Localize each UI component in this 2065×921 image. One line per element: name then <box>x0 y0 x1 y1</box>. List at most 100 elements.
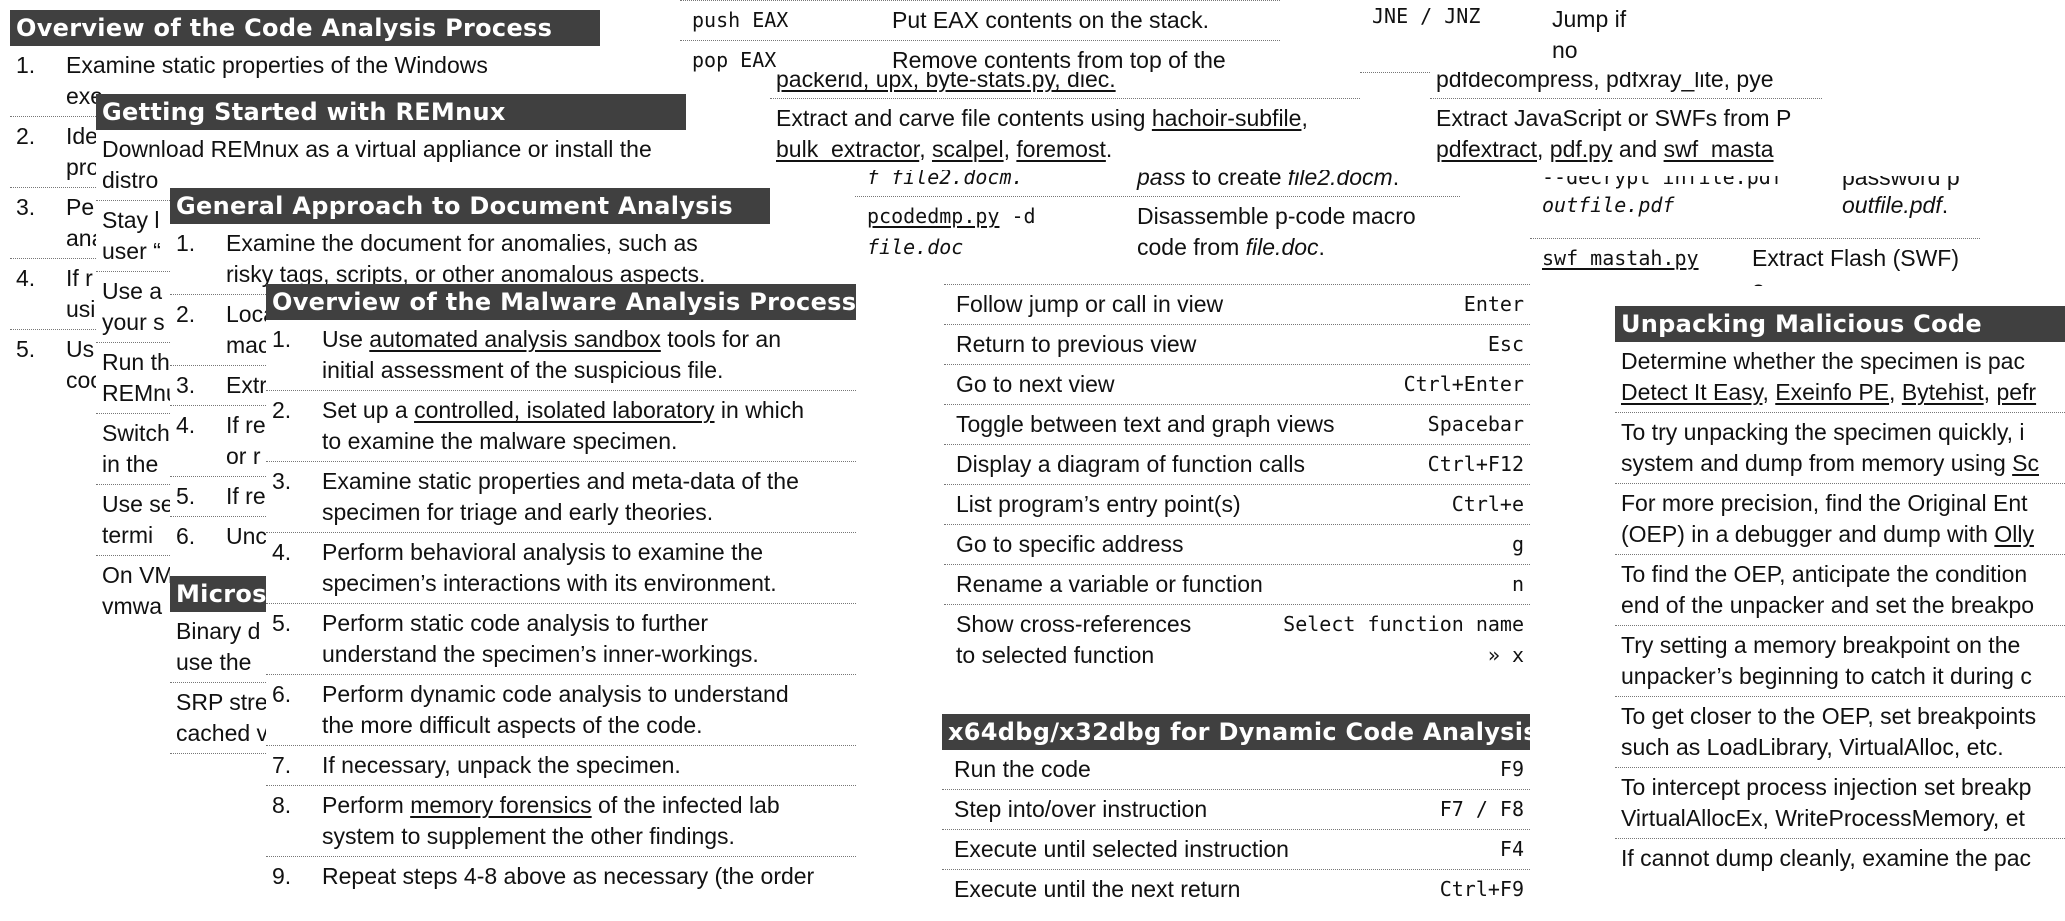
item-text: tools for an <box>660 326 782 352</box>
asm-description: Put EAX contents on the stack. <box>892 7 1210 33</box>
item-text: To find the OEP, anticipate the conditio… <box>1621 561 2028 587</box>
section-header-malware-analysis: Overview of the Malware Analysis Process <box>266 284 856 320</box>
item-text: Perform behavioral analysis to examine t… <box>322 539 764 565</box>
link-foremost[interactable]: foremost <box>1016 136 1105 162</box>
shortcut-key: Ctrl+e <box>1451 492 1524 516</box>
panel-unpacking: Unpacking Malicious Code Determine wheth… <box>1615 306 2065 921</box>
office-tool-row: f file2.docm. pass to create file2.docm. <box>855 170 1460 197</box>
list-item: 3. Examine static properties and meta-dat… <box>266 462 856 533</box>
decrypt-desc-partial: password p <box>1842 176 1960 190</box>
item-text: Repeat steps 4-8 above as necessary (the… <box>322 863 815 889</box>
shortcut-row: Rename a variable or function n <box>944 565 1530 605</box>
tools-partial-row: packerid, upx, byte-stats.py, diec. <box>770 72 1360 99</box>
item-text: specimen for triage and early theories. <box>322 499 714 525</box>
shortcut-row: Go to specific address g <box>944 525 1530 565</box>
and-text: and <box>1612 136 1664 162</box>
item-number: 3. <box>16 194 36 220</box>
shortcut-row: Display a diagram of function calls Ctrl+… <box>944 445 1530 485</box>
item-number: 8. <box>272 792 292 818</box>
shortcut-row: List program’s entry point(s) Ctrl+e <box>944 485 1530 525</box>
link-bytehist[interactable]: Bytehist <box>1902 379 1984 405</box>
item-number: 4. <box>176 412 196 438</box>
shortcut-row: Execute until the next return Ctrl+F9 <box>942 870 1530 909</box>
link-swf-mastah[interactable]: swf_masta <box>1664 136 1774 162</box>
panel-asm-instructions: push EAX Put EAX contents on the stack. p… <box>680 0 1280 81</box>
link-hachoir-subfile[interactable]: hachoir-subfile <box>1152 105 1302 131</box>
asm-row: JNE / JNZ Jump if nonot zero. <box>1360 0 1650 72</box>
item-number: 5. <box>272 610 292 636</box>
shortcut-key: F4 <box>1499 837 1524 861</box>
list-item: 2. Set up a controlled, isolated laborato… <box>266 391 856 462</box>
link-scylla[interactable]: Sc <box>2012 450 2039 476</box>
shortcut-action: Follow jump or call in view <box>956 291 1224 317</box>
asm-instruction: JNE / JNZ <box>1372 4 1481 28</box>
item-text: Use <box>322 326 370 352</box>
shortcut-action: Rename a variable or function <box>956 571 1263 597</box>
link-detect-it-easy[interactable]: Detect It Easy <box>1621 379 1762 405</box>
link-pdfextract[interactable]: pdfextract <box>1436 136 1537 162</box>
list-item: To try unpacking the specimen quickly, i… <box>1615 413 2065 484</box>
item-text: Perform <box>322 792 411 818</box>
desc-text: code from <box>1137 234 1246 260</box>
shortcut-action: Go to next view <box>956 371 1115 397</box>
link-pcodedmp[interactable]: pcodedmp.py <box>867 204 999 228</box>
section-header-code-analysis: Overview of the Code Analysis Process <box>10 10 600 46</box>
shortcut-row: Follow jump or call in view Enter <box>944 285 1530 325</box>
list-item: 5. Perform static code analysis to furthe… <box>266 604 856 675</box>
link-scalpel[interactable]: scalpel <box>932 136 1004 162</box>
decrypt-cmd: --decrypt infile.pdf outfile.pdf <box>1542 176 1842 234</box>
item-text: such as LoadLibrary, VirtualAlloc, etc. <box>1621 734 2004 760</box>
tool-list-partial[interactable]: packerid, upx, byte-stats.py, diec. <box>776 72 1116 92</box>
asm-description-line: Jump if no <box>1552 6 1627 63</box>
desc-italic: file.doc <box>1245 234 1319 260</box>
item-number: 4. <box>16 265 36 291</box>
shortcut-key: Enter <box>1463 292 1524 316</box>
link-pefr[interactable]: pefr <box>1996 379 2036 405</box>
item-number: 2. <box>272 397 292 423</box>
shortcut-key: Spacebar <box>1427 412 1524 436</box>
section-header-unpacking: Unpacking Malicious Code <box>1615 306 2065 342</box>
shortcut-action: Execute until selected instruction <box>954 836 1289 862</box>
cmd-file: file.doc <box>867 235 964 259</box>
panel-ida-shortcuts: Follow jump or call in view Enter Return … <box>944 284 1530 697</box>
item-number: 6. <box>272 681 292 707</box>
office-desc-partial: pass to create file2.docm. <box>1137 170 1454 192</box>
list-item: Try setting a memory breakpoint on the un… <box>1615 626 2065 697</box>
link-swf-mastah-py[interactable]: swf_mastah.py <box>1542 246 1699 270</box>
tools-partial-row: pdfdecompress, pdfxray_lite, pye <box>1430 72 1822 99</box>
decrypt-desc-file: outfile.pdf <box>1842 192 1942 218</box>
list-item: 1. Use automated analysis sandbox tools f… <box>266 320 856 391</box>
list-item: To find the OEP, anticipate the conditio… <box>1615 555 2065 626</box>
item-text: If cannot dump cleanly, examine the pac <box>1621 845 2031 871</box>
section-header-x64dbg: x64dbg/x32dbg for Dynamic Code Analysis <box>942 714 1530 750</box>
link-controlled-isolated-laboratory[interactable]: controlled, isolated laboratory <box>414 397 714 423</box>
link-bulk-extractor[interactable]: bulk_extractor <box>776 136 919 162</box>
link-pdf-py[interactable]: pdf.py <box>1550 136 1613 162</box>
item-text: (OEP) in a debugger and dump with <box>1621 521 1995 547</box>
desc-text: to create <box>1185 170 1288 190</box>
pdf-extract-row: Extract JavaScript or SWFs from P pdfext… <box>1430 99 1822 169</box>
item-text: To get closer to the OEP, set breakpoint… <box>1621 703 2037 729</box>
link-ollydumpex[interactable]: Olly <box>1994 521 2034 547</box>
item-text: Determine whether the specimen is pac <box>1621 348 2025 374</box>
shortcut-key: Esc <box>1487 332 1524 356</box>
link-exeinfo-pe[interactable]: Exeinfo PE <box>1775 379 1889 405</box>
link-memory-forensics[interactable]: memory forensics <box>410 792 591 818</box>
desc-line: Disassemble p-code macro <box>1137 203 1416 229</box>
shortcut-action: Execute until the next return <box>954 876 1241 902</box>
link-automated-analysis-sandbox[interactable]: automated analysis sandbox <box>369 326 661 352</box>
item-text: to examine the malware specimen. <box>322 428 678 454</box>
panel-pdf-decrypt: --decrypt infile.pdf outfile.pdf password… <box>1530 176 1980 286</box>
shortcut-action: Step into/over instruction <box>954 796 1208 822</box>
asm-instruction: push EAX <box>692 8 789 32</box>
item-text: understand the specimen’s inner-workings… <box>322 641 759 667</box>
item-text: Download REMnux as a virtual appliance o… <box>102 136 652 162</box>
item-text: initial assessment of the suspicious fil… <box>322 357 724 383</box>
list-item: 4. Perform behavioral analysis to examine… <box>266 533 856 604</box>
item-text: Examine static properties and meta-data … <box>322 468 799 494</box>
decrypt-cmd-partial: --decrypt infile.pdf <box>1542 176 1783 189</box>
item-text: VirtualAllocEx, WriteProcessMemory, et <box>1621 805 2025 831</box>
cmd-flag: -d <box>999 204 1036 228</box>
office-cmd-partial: f file2.docm. <box>867 170 1024 189</box>
item-text: Set up a <box>322 397 415 423</box>
